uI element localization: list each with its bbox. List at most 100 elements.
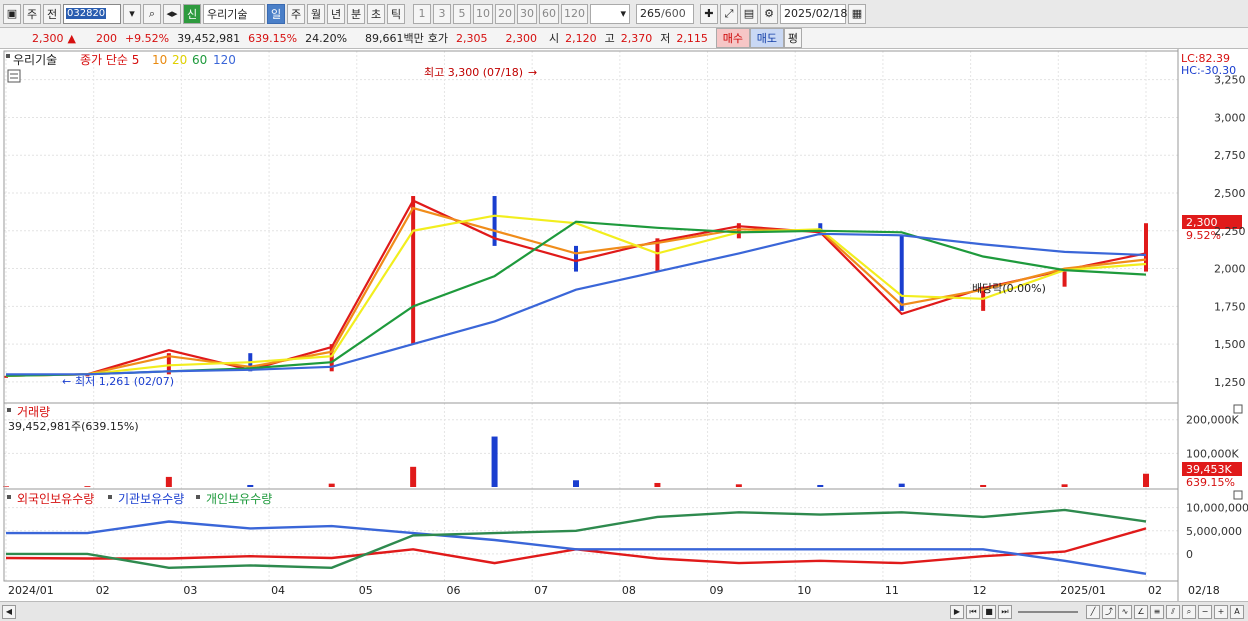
zoom-in-icon[interactable]: + (1214, 604, 1228, 619)
bid-label: 호가 (427, 32, 449, 45)
scroll-right-icon[interactable]: ▶ (950, 604, 964, 619)
legend-ma-label: 종가 단순 5 (80, 53, 139, 67)
x-axis-label: 05 (359, 584, 373, 597)
legend-stock-name: 우리기술 (13, 53, 57, 67)
volume-bar (410, 466, 417, 487)
interval-custom-input[interactable]: ▾ (590, 3, 630, 24)
crosshair-icon[interactable]: ✚ (700, 3, 718, 24)
legend-foreign: 외국인보유수량 (17, 492, 94, 506)
interval-5[interactable]: 5 (453, 3, 471, 24)
volume-panel-menu-icon[interactable] (1233, 404, 1243, 414)
bid-price: 2,305 (456, 31, 488, 45)
volume-title: 거래량 (17, 405, 50, 419)
count-field[interactable]: 265/600 (636, 3, 694, 24)
legend-ma-20: 20 (172, 53, 187, 67)
x-axis-label: 11 (885, 584, 899, 597)
gear-icon[interactable]: ⚙ (760, 3, 778, 24)
x-axis-label: 02 (1148, 584, 1162, 597)
x-axis-label: 12 (973, 584, 987, 597)
price-candle (899, 235, 904, 311)
period-week[interactable]: 주 (287, 3, 305, 24)
zoom-slider[interactable] (1018, 610, 1078, 613)
draw-curve-icon[interactable]: ∿ (1118, 604, 1132, 619)
x-axis-label: 07 (534, 584, 548, 597)
stop-icon[interactable]: ■ (982, 604, 996, 619)
buy-button[interactable]: 매수 (715, 28, 750, 48)
volume-bar (735, 484, 742, 487)
price-y-tick: 1,250 (1214, 376, 1246, 389)
dividend-annotation: 배당락(0.00%) (972, 282, 1046, 295)
price-y-tick: 2,000 (1214, 263, 1246, 276)
speaker-icon[interactable]: ◂▸ (163, 3, 181, 24)
chart-scrollbar[interactable]: ◀ ▶ ⏮ ■ ⏭ ╱ ⤴ ∿ ∠ ≡ ⫽ ⌕ − + A (0, 601, 1248, 621)
search-icon[interactable]: ⌕ (143, 3, 161, 24)
volume-tag-pct: 639.15% (1186, 476, 1235, 489)
holding-panel-menu-icon[interactable] (1233, 490, 1243, 500)
new-badge: 신 (183, 3, 201, 24)
x-axis-label: 02/18 (1188, 584, 1220, 597)
draw-line-icon[interactable]: ╱ (1086, 604, 1100, 619)
volume-bar (1143, 473, 1149, 487)
price-y-tick: 2,250 (1214, 225, 1246, 238)
avg-button[interactable]: 평 (783, 28, 802, 48)
volume-tag-text: 39,453K (1186, 463, 1232, 476)
period-second[interactable]: 초 (367, 3, 385, 24)
save-icon[interactable]: ▤ (740, 3, 758, 24)
volume-value-text: 39,452,981주(639.15%) (8, 420, 139, 433)
stock-name-field[interactable]: 우리기술 (203, 3, 265, 24)
legend-ma-60: 60 (192, 53, 207, 67)
date-field[interactable]: 2025/02/18 (780, 3, 847, 24)
draw-fib-icon[interactable]: ≡ (1150, 604, 1164, 619)
open-label: 시 (549, 32, 560, 45)
volume-y-tick: 100,000K (1186, 447, 1239, 460)
interval-3[interactable]: 3 (433, 3, 451, 24)
high-annotation: 최고 3,300 (07/18) (424, 66, 523, 79)
code-dropdown-icon[interactable]: ▾ (123, 3, 141, 24)
ask-price: 2,300 (505, 31, 538, 45)
scroll-left-icon[interactable]: ◀ (2, 604, 16, 619)
play-forward-icon[interactable]: ⏭ (998, 604, 1012, 619)
prev-button[interactable]: 전 (43, 3, 61, 24)
period-day[interactable]: 일 (267, 3, 285, 24)
data-table-icon[interactable] (7, 69, 21, 83)
period-tick[interactable]: 틱 (387, 3, 405, 24)
price-change: 200 (95, 31, 117, 45)
price-y-tick: 2,500 (1214, 187, 1246, 200)
interval-20[interactable]: 20 (495, 3, 515, 24)
stock-chart[interactable]: 우리기술 종가 단순 5 10 20 60 120 LC:82.39 HC:-3… (0, 49, 1248, 601)
price-y-tick: 3,250 (1214, 74, 1246, 87)
price-candle (411, 196, 416, 345)
period-month[interactable]: 월 (307, 3, 325, 24)
price-change-pct: +9.52% (124, 31, 170, 45)
volume-bar (165, 476, 172, 487)
screen-menu-icon[interactable]: ▣ (3, 3, 21, 24)
play-back-icon[interactable]: ⏮ (966, 604, 980, 619)
zoom-out-icon[interactable]: − (1198, 604, 1212, 619)
price-y-tick: 2,750 (1214, 149, 1246, 162)
volume-bar (898, 483, 905, 487)
stock-code-input[interactable]: 032820 (63, 3, 121, 24)
interval-60[interactable]: 60 (539, 3, 559, 24)
period-year[interactable]: 년 (327, 3, 345, 24)
legend-dot-icon (6, 54, 10, 58)
volume-bar (247, 484, 254, 487)
sell-button[interactable]: 매도 (749, 28, 784, 48)
interval-1[interactable]: 1 (413, 3, 431, 24)
trade-amount: 89,661백만 (365, 32, 424, 45)
period-minute[interactable]: 분 (347, 3, 365, 24)
draw-tool-icon[interactable]: ⤢ (720, 3, 738, 24)
font-size-icon[interactable]: A (1230, 604, 1244, 619)
draw-trend-icon[interactable]: ⤴ (1102, 604, 1116, 619)
high-price: 2,370 (620, 31, 653, 45)
volume-pct: 639.15% (248, 31, 298, 45)
interval-10[interactable]: 10 (473, 3, 493, 24)
interval-30[interactable]: 30 (517, 3, 537, 24)
mode-select[interactable]: 주 (23, 3, 41, 24)
calendar-icon[interactable]: ▦ (848, 3, 866, 24)
interval-120[interactable]: 120 (561, 3, 588, 24)
zoom-icon[interactable]: ⌕ (1182, 604, 1196, 619)
x-axis-label: 03 (183, 584, 197, 597)
draw-angle-icon[interactable]: ∠ (1134, 604, 1148, 619)
draw-channel-icon[interactable]: ⫽ (1166, 604, 1180, 619)
price-tag-text: 2,300 (1186, 216, 1218, 229)
